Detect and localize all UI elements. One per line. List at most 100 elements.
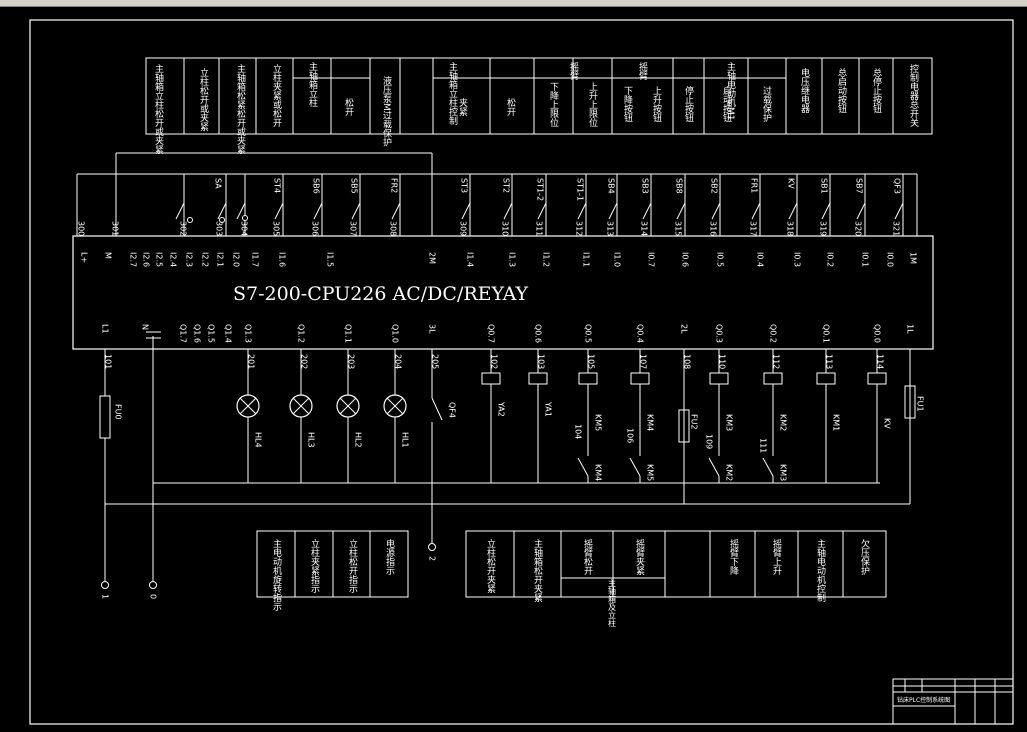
output-terminal: Q1.4	[224, 324, 233, 343]
bl-1: 立柱夹紧指示	[309, 538, 320, 593]
output-wire-number: 108	[683, 354, 692, 369]
hdr-13: 下降按钮	[622, 86, 633, 122]
input-wire-number: 300	[77, 221, 86, 236]
output-terminal: Q0.2	[769, 324, 778, 343]
hdr-15: 摇臂	[637, 61, 648, 81]
output-terminal: Q1.6	[193, 324, 202, 343]
input-terminal: I2.0	[232, 252, 241, 267]
hdr-12: 摇臂	[568, 61, 579, 81]
input-terminal: I1.7	[251, 252, 260, 267]
input-terminal: I2.4	[169, 252, 178, 267]
output-wire-number: 101	[104, 354, 113, 369]
output-terminal: Q0.6	[534, 324, 543, 343]
input-device-label: SB1	[820, 178, 829, 194]
interlock-wire-number: 104	[574, 424, 583, 439]
input-terminal: 1M	[909, 252, 918, 264]
input-device-label: SB4	[607, 178, 616, 194]
output-wire-number: 110	[718, 354, 727, 369]
hdr-2: 主轴箱松紧松开或夹紧	[235, 63, 246, 154]
hdr-4: 主轴箱立柱	[307, 61, 318, 107]
input-wire-number: 319	[819, 221, 828, 236]
switch-contact	[642, 202, 652, 220]
title-block-text: 钻床PLC控制系统图	[897, 696, 950, 704]
output-load-label: KM4	[646, 414, 655, 431]
output-terminal: Q0.3	[715, 324, 724, 343]
switch-contact	[351, 202, 361, 220]
switch-contact	[274, 202, 284, 220]
output-wire-number: 105	[587, 354, 596, 369]
input-device-label: ST3	[460, 178, 469, 193]
hdr-16: 停止按钮	[683, 85, 694, 122]
output-load-label: KM1	[832, 414, 841, 431]
input-terminal: I1.3	[508, 252, 517, 267]
output-terminal: Q1.7	[179, 324, 188, 343]
indicator-lamps	[236, 394, 407, 418]
br-2: 摇臂松开	[582, 538, 593, 576]
input-terminal: M	[104, 252, 113, 259]
bl-2: 立柱松开指示	[347, 538, 358, 593]
bl-0: 主电动机旋转指示	[271, 538, 282, 611]
output-load-label: YA1	[544, 401, 553, 417]
input-device-label: ST1-2	[536, 178, 545, 201]
switch-contact	[751, 202, 761, 220]
hdr-22: 总停止按钮	[871, 67, 882, 113]
input-wire-number: 315	[674, 221, 683, 236]
input-terminal: 2M	[428, 252, 437, 264]
input-device-label: QF3	[893, 178, 902, 194]
switch-contact	[461, 202, 471, 220]
input-wire-number: 311	[535, 221, 544, 236]
input-terminal: I1.5	[326, 252, 335, 267]
interlock-contact-label: KM3	[779, 464, 788, 481]
switch-contact	[856, 202, 866, 220]
relay-coil	[630, 372, 650, 385]
output-wire-number: 203	[347, 354, 356, 369]
input-device-label: ST1-1	[576, 178, 585, 201]
input-terminal: I1.2	[542, 252, 551, 267]
output-wire-number: 107	[639, 354, 648, 369]
input-device-label: FR1	[750, 178, 759, 193]
selector-terminal	[187, 217, 193, 223]
input-terminal: I1.1	[582, 252, 591, 267]
switch-contact	[537, 202, 547, 220]
schematic-canvas: 主轴箱立柱松开或夹紧 立柱松开或夹紧 主轴箱松紧松开或夹紧 立柱夹紧或松开 主轴…	[29, 19, 1014, 725]
br-1: 主轴箱松开夹紧	[532, 538, 543, 602]
input-wire-number: 321	[892, 221, 901, 236]
input-device-label: ST4	[273, 178, 282, 193]
input-terminal: I1.0	[613, 252, 622, 267]
switch-contact	[391, 202, 401, 220]
input-wire-number: 312	[575, 221, 584, 236]
input-device-label: SB7	[855, 178, 864, 194]
output-load-label: FU0	[114, 404, 123, 420]
input-branches: SA ST4 SB6 SB5 FR2 ST3 ST2 ST1-2 ST1-1 SB4 SB3 SB8 S…	[77, 174, 904, 236]
output-load-label: HL2	[354, 432, 363, 448]
output-terminal: Q0.0	[873, 324, 882, 343]
output-wire-number: 205	[431, 354, 440, 369]
br-4: 主轴箱及立柱	[608, 578, 617, 628]
input-terminal: I0.2	[826, 252, 835, 267]
input-terminal: I0.7	[647, 252, 656, 267]
interlock-contact-label: KM5	[646, 464, 655, 481]
input-wire-number: 314	[640, 221, 649, 236]
switch-contact	[577, 202, 587, 220]
input-wire-number: 308	[389, 221, 398, 236]
input-terminal: I1.4	[466, 252, 475, 267]
switch-contact	[788, 202, 798, 220]
plc-model-label: S7-200-CPU226 AC/DC/REYAY	[233, 283, 529, 305]
relay-coil	[528, 372, 548, 385]
input-device-label: ST2	[502, 178, 511, 193]
output-terminal: Q1.1	[344, 324, 353, 343]
output-load-label: HL3	[307, 432, 316, 448]
input-device-label: SB8	[675, 178, 684, 194]
relay-coil	[578, 372, 598, 385]
input-wire-number: 303	[215, 221, 224, 236]
input-wire-number: 320	[854, 221, 863, 236]
switch-contact	[217, 202, 227, 220]
input-terminal: I0.1	[861, 252, 870, 267]
br-8: 欠压保护	[859, 538, 870, 576]
hdr-7: 夹紧	[457, 97, 468, 116]
input-device-label: SB5	[350, 178, 359, 194]
switch-contact	[894, 202, 904, 220]
output-terminal: 3L	[428, 324, 437, 334]
output-terminal: L1	[101, 324, 110, 334]
input-terminal: L+	[80, 252, 89, 263]
